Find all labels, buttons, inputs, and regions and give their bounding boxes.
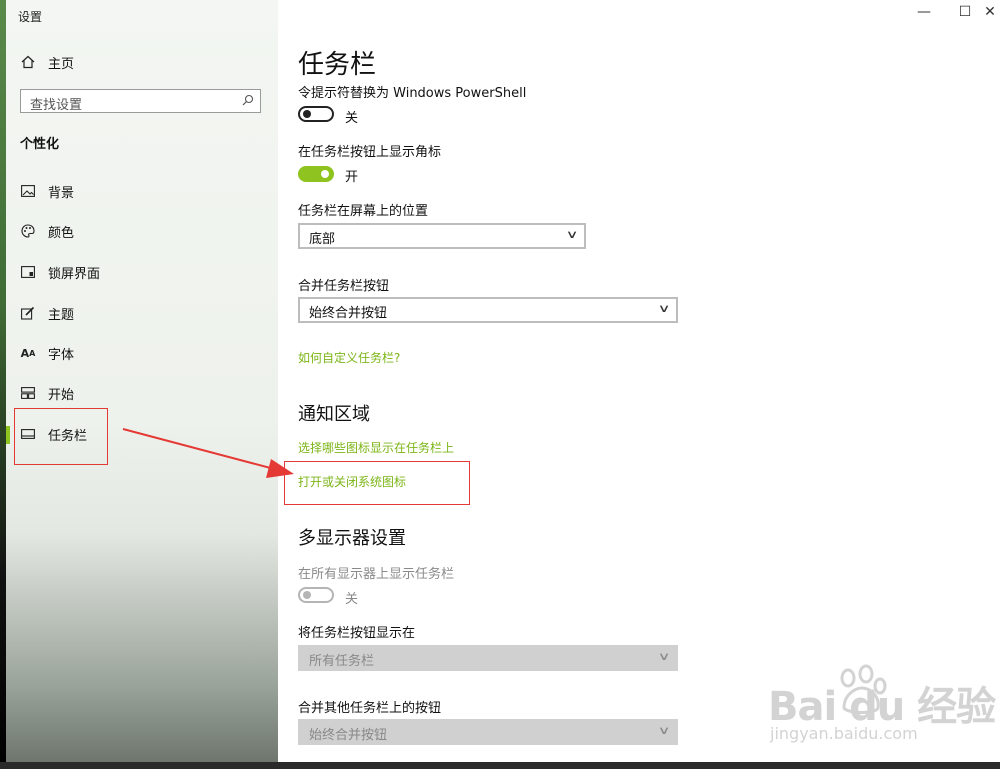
sidebar-item-label: 字体 — [48, 347, 75, 363]
section-heading: 个性化 — [20, 137, 60, 152]
select-icons-link[interactable]: 选择哪些图标显示在任务栏上 — [298, 439, 454, 456]
sidebar-item-home[interactable]: 主页 — [6, 47, 278, 77]
chevron-down-icon: ∨ — [657, 302, 671, 315]
show-all-displays-toggle[interactable] — [298, 587, 334, 603]
lockscreen-icon — [20, 264, 36, 280]
search-placeholder: 查找设置 — [30, 98, 83, 113]
combine-label: 合并任务栏按钮 — [298, 279, 390, 294]
annotation-box-system-icons — [284, 461, 470, 505]
badges-label: 在任务栏按钮上显示角标 — [298, 145, 442, 160]
watermark-url: jingyan.baidu.com — [770, 724, 918, 743]
search-icon — [242, 94, 254, 109]
chevron-down-icon: ∨ — [565, 228, 579, 241]
palette-icon — [20, 223, 36, 239]
sidebar-item-colors[interactable]: 颜色 — [6, 216, 278, 246]
badges-toggle[interactable] — [298, 166, 334, 182]
font-icon: AA — [20, 346, 36, 360]
position-label: 任务栏在屏幕上的位置 — [298, 204, 429, 219]
image-icon — [20, 183, 36, 199]
select-value: 始终合并按钮 — [309, 306, 388, 321]
settings-window: 设置 主页 查找设置 个性化 背景 颜色 锁屏界面 主题 A A 字体 开始 任… — [6, 0, 1000, 762]
minimize-button[interactable]: — — [914, 4, 934, 20]
maximize-button[interactable]: ☐ — [955, 4, 975, 20]
sidebar-item-lockscreen[interactable]: 锁屏界面 — [6, 257, 278, 287]
select-value: 始终合并按钮 — [309, 728, 388, 743]
powershell-toggle[interactable] — [298, 106, 334, 122]
sidebar-item-label: 主题 — [48, 307, 75, 323]
sidebar-item-themes[interactable]: 主题 — [6, 298, 278, 328]
theme-brush-icon — [20, 305, 36, 321]
multi-display-heading: 多显示器设置 — [298, 528, 406, 549]
sidebar-item-label: 锁屏界面 — [48, 266, 101, 282]
home-icon — [20, 54, 36, 70]
window-title: 设置 — [18, 10, 43, 24]
show-all-displays-state: 关 — [345, 592, 359, 607]
powershell-state: 关 — [345, 111, 359, 126]
select-value: 所有任务栏 — [309, 654, 375, 669]
customize-taskbar-link[interactable]: 如何自定义任务栏? — [298, 349, 400, 366]
notification-heading: 通知区域 — [298, 404, 370, 425]
main-pane: — ☐ ✕ 任务栏 令提示符替换为 Windows PowerShell 关 在… — [278, 0, 1000, 762]
close-button[interactable]: ✕ — [980, 4, 1000, 20]
toggle-knob — [303, 110, 311, 118]
page-title: 任务栏 — [298, 50, 377, 80]
annotation-box-taskbar — [14, 408, 108, 465]
toggle-knob — [303, 591, 311, 599]
sidebar-item-start[interactable]: 开始 — [6, 378, 278, 408]
sidebar-item-background[interactable]: 背景 — [6, 176, 278, 206]
sidebar-item-label: 开始 — [48, 387, 75, 403]
position-select[interactable]: 底部 ∨ — [298, 223, 586, 249]
show-buttons-label: 将任务栏按钮显示在 — [298, 626, 416, 641]
powershell-label: 令提示符替换为 Windows PowerShell — [298, 86, 527, 101]
show-buttons-select[interactable]: 所有任务栏 ∨ — [298, 645, 678, 671]
toggle-knob — [321, 170, 329, 178]
search-input[interactable]: 查找设置 — [20, 89, 261, 113]
sidebar-item-fonts[interactable]: AA 字体 — [6, 338, 278, 368]
combine-other-select[interactable]: 始终合并按钮 ∨ — [298, 719, 678, 745]
badges-state: 开 — [345, 170, 359, 185]
sidebar: 设置 主页 查找设置 个性化 背景 颜色 锁屏界面 主题 A A 字体 开始 任… — [6, 0, 278, 762]
baidu-watermark: Bai du 经验 jingyan.baidu.com — [760, 658, 1000, 758]
combine-select[interactable]: 始终合并按钮 ∨ — [298, 297, 678, 323]
chevron-down-icon: ∨ — [657, 724, 671, 737]
start-menu-icon — [20, 385, 36, 401]
combine-other-label: 合并其他任务栏上的按钮 — [298, 701, 442, 716]
desktop-bottom-edge — [0, 762, 1000, 769]
sidebar-item-label: 主页 — [48, 56, 75, 72]
select-value: 底部 — [309, 232, 336, 247]
show-all-displays-label: 在所有显示器上显示任务栏 — [298, 567, 455, 582]
sidebar-item-label: 背景 — [48, 185, 75, 201]
sidebar-item-label: 颜色 — [48, 225, 75, 241]
chevron-down-icon: ∨ — [657, 650, 671, 663]
